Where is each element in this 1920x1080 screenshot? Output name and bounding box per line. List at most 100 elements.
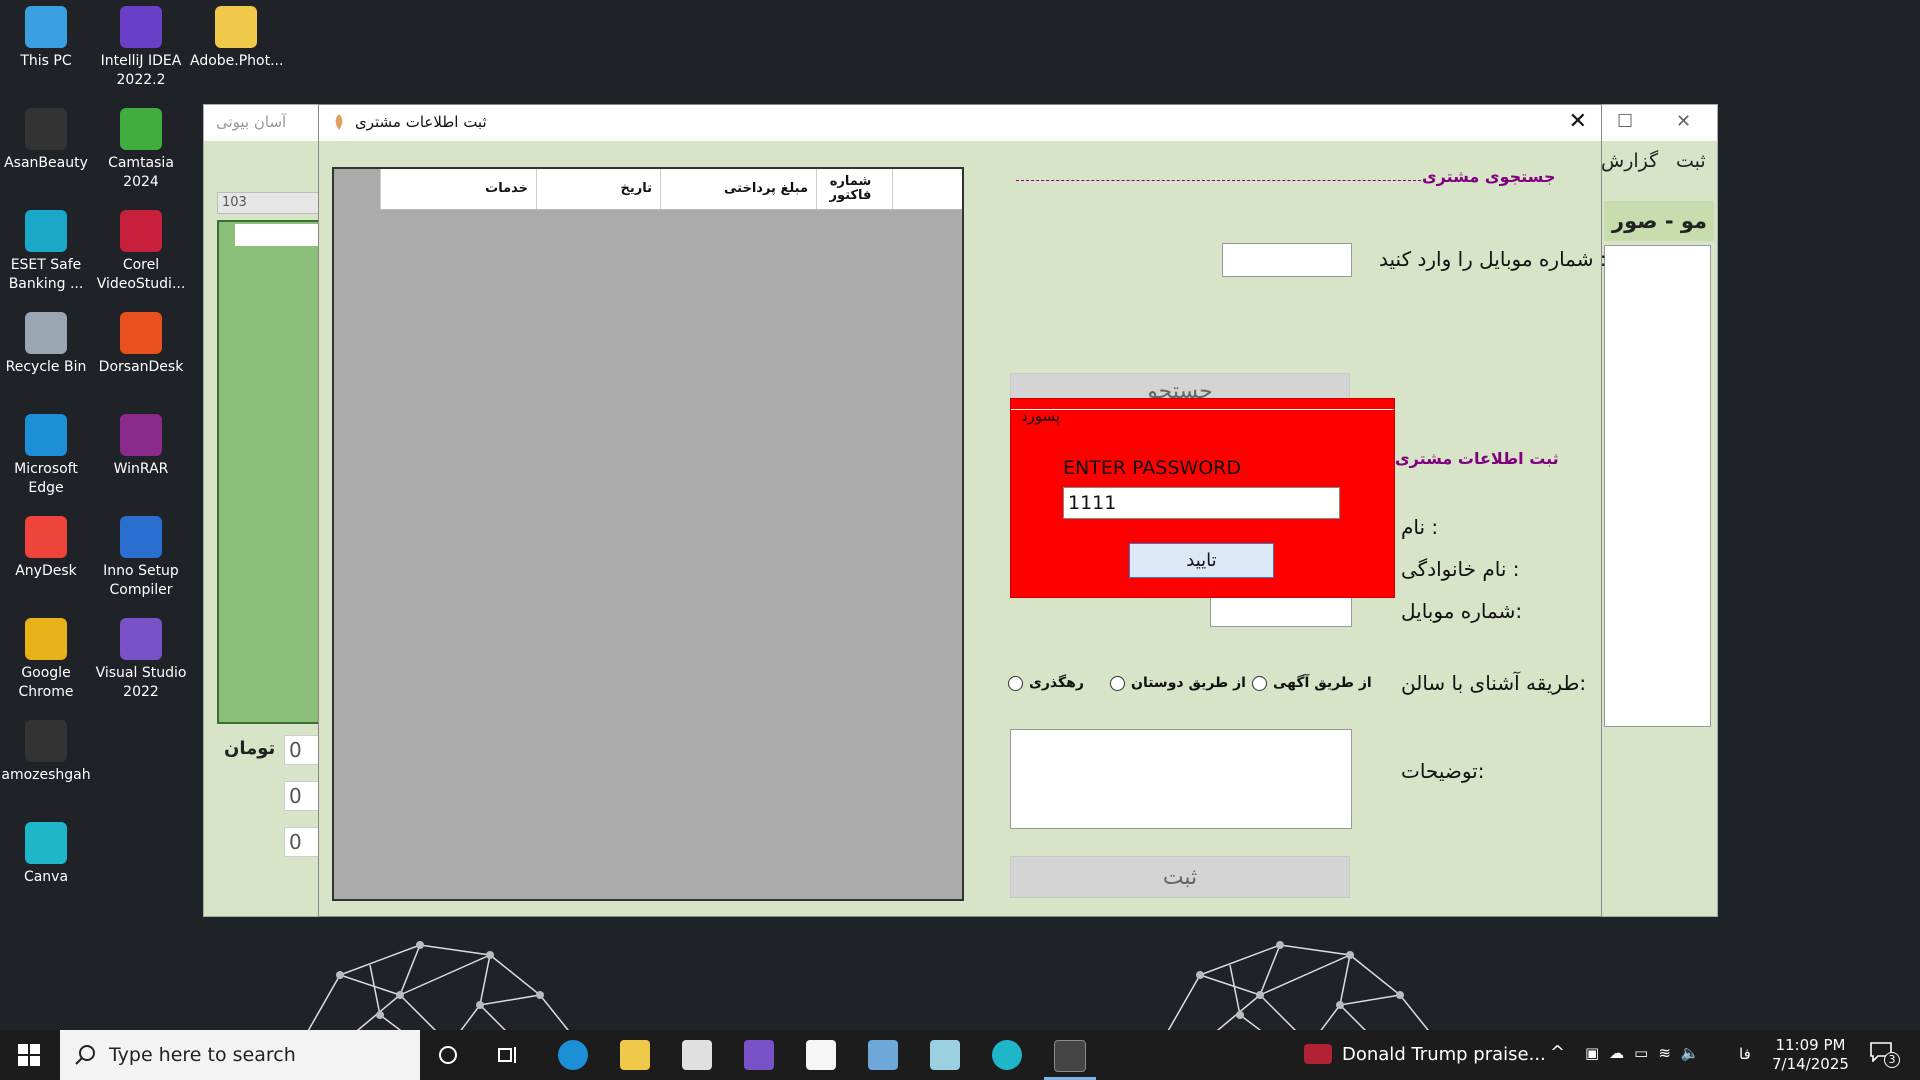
remote-desktop-icon[interactable]	[868, 1040, 898, 1070]
search-placeholder: Type here to search	[109, 1044, 296, 1066]
desktop-icon[interactable]: Canva	[0, 816, 92, 887]
edge-icon	[25, 414, 67, 456]
col-header-date[interactable]: تاریخ	[536, 169, 660, 209]
radio-passing-label: رهگذری	[1029, 675, 1084, 691]
desktop-icon[interactable]: Adobe.Phot...	[190, 0, 284, 71]
family-label: نام خانوادگی :	[1401, 557, 1520, 581]
chevron-up-icon[interactable]: ^	[1550, 1042, 1565, 1063]
bg-id-field[interactable]: 103	[217, 192, 327, 214]
search-mobile-input[interactable]	[1222, 243, 1352, 277]
notes-label: توضیحات:	[1401, 759, 1485, 783]
desktop-icon[interactable]: Corel VideoStudi...	[95, 204, 187, 294]
register-section-title: ثبت اطلاعات مشتری	[1395, 449, 1559, 468]
confirm-button[interactable]: تایید	[1129, 543, 1274, 578]
dialog-title: ثبت اطلاعات مشتری	[355, 113, 487, 131]
camtasia-icon	[120, 108, 162, 150]
toman-label: تومان	[224, 738, 276, 759]
radio-circle[interactable]	[1008, 675, 1023, 691]
col-header-payment[interactable]: مبلغ پرداختی	[660, 169, 816, 209]
app-taskbar-icon[interactable]	[930, 1040, 960, 1070]
desktop-icon-label: ESET Safe Banking ...	[8, 257, 84, 292]
invoice-grid[interactable]: خدمات تاریخ مبلغ پرداختی شماره فاکتور	[332, 167, 964, 901]
desktop-icon-label: IntelliJ IDEA 2022.2	[100, 53, 182, 88]
app-logo-icon	[335, 114, 343, 130]
asan-beauty-taskbar-icon[interactable]	[1054, 1040, 1086, 1072]
visual-studio-icon	[120, 618, 162, 660]
desktop-icon-label: WinRAR	[113, 461, 169, 477]
canva-taskbar-icon[interactable]	[992, 1040, 1022, 1070]
radio-passing[interactable]: رهگذری	[1008, 675, 1084, 691]
mobile-input[interactable]	[1210, 595, 1352, 627]
desktop-icon[interactable]: WinRAR	[95, 408, 187, 479]
desktop-icon[interactable]: amozeshgah	[0, 714, 92, 785]
taskbar-search-box[interactable]: Type here to search	[60, 1030, 420, 1080]
password-popup: پسورد ENTER PASSWORD 1111 تایید	[1010, 398, 1395, 598]
acquaint-label: طریقه آشنای با سالن:	[1401, 671, 1587, 695]
visual-studio-taskbar-icon[interactable]	[744, 1040, 774, 1070]
menu-gozaresh[interactable]: گزارش	[1601, 150, 1658, 172]
desktop-icon-label: Recycle Bin	[5, 359, 87, 375]
bg-panel-header	[235, 224, 327, 246]
mail-icon[interactable]	[806, 1040, 836, 1070]
intellij-icon	[120, 6, 162, 48]
app-shortcut-icon	[25, 108, 67, 150]
task-view-icon[interactable]	[498, 1045, 520, 1065]
search-section-divider	[1016, 180, 1426, 181]
chrome-icon	[25, 618, 67, 660]
winrar-icon	[120, 414, 162, 456]
cortana-icon[interactable]	[438, 1045, 458, 1065]
desktop-icon[interactable]: AnyDesk	[0, 510, 92, 581]
search-section-title: جستجوی مشتری	[1422, 167, 1556, 186]
col-header-services[interactable]: خدمات	[380, 169, 536, 209]
menu-sabt[interactable]: ثبت	[1676, 150, 1706, 172]
notification-count: 3	[1884, 1052, 1900, 1068]
windows-start-icon[interactable]	[18, 1044, 40, 1066]
maximize-icon[interactable]: ☐	[1617, 111, 1633, 132]
desktop-icon[interactable]: Camtasia 2024	[95, 102, 187, 192]
language-indicator[interactable]: فا	[1739, 1045, 1751, 1063]
desktop-icon[interactable]: DorsanDesk	[95, 306, 187, 377]
folder-icon	[215, 6, 257, 48]
desktop-icon[interactable]: Recycle Bin	[0, 306, 92, 377]
save-button[interactable]: ثبت	[1010, 856, 1350, 898]
clock-date: 7/14/2025	[1772, 1055, 1849, 1073]
radio-circle[interactable]	[1252, 675, 1267, 691]
radio-circle[interactable]	[1110, 675, 1125, 691]
desktop-icon-label: Microsoft Edge	[14, 461, 78, 496]
notification-icon[interactable]: 3	[1870, 1042, 1900, 1068]
radio-ad[interactable]: از طریق آگهی	[1252, 675, 1372, 691]
radio-friends-label: از طریق دوستان	[1131, 675, 1246, 691]
grid-corner	[334, 169, 380, 209]
password-input[interactable]: 1111	[1063, 487, 1340, 519]
radio-friends[interactable]: از طریق دوستان	[1110, 675, 1246, 691]
file-explorer-icon[interactable]	[620, 1040, 650, 1070]
news-widget[interactable]: Donald Trump praise...	[1342, 1044, 1546, 1065]
desktop-icon-label: AnyDesk	[15, 563, 77, 579]
desktop-icon[interactable]: Visual Studio 2022	[95, 612, 187, 702]
bg-green-panel	[217, 220, 331, 724]
eset-icon	[25, 210, 67, 252]
desktop-icon[interactable]: Google Chrome	[0, 612, 92, 702]
clock[interactable]: 11:09 PM 7/14/2025	[1772, 1036, 1849, 1074]
desktop-icon[interactable]: Microsoft Edge	[0, 408, 92, 498]
desktop-icon[interactable]: ESET Safe Banking ...	[0, 204, 92, 294]
bg-services-list[interactable]	[1604, 245, 1711, 727]
desktop-icon[interactable]: IntelliJ IDEA 2022.2	[95, 0, 187, 90]
tray-icons[interactable]: ▣☁▭≋🔈	[1585, 1044, 1710, 1062]
desktop-icon-label: Adobe.Phot...	[190, 53, 284, 69]
edge-taskbar-icon[interactable]	[558, 1040, 588, 1070]
grid-header: خدمات تاریخ مبلغ پرداختی شماره فاکتور	[380, 169, 962, 210]
close-icon[interactable]: ✕	[1676, 111, 1691, 132]
desktop-icon[interactable]: This PC	[0, 0, 92, 71]
notes-textarea[interactable]	[1010, 729, 1352, 829]
desktop-icon-label: amozeshgah	[1, 767, 91, 783]
desktop-icon[interactable]: AsanBeauty	[0, 102, 92, 173]
search-icon	[75, 1045, 95, 1065]
mobile-prompt-label: شماره موبایل را وارد کنید :	[1379, 247, 1607, 271]
desktop-icon[interactable]: Inno Setup Compiler	[95, 510, 187, 600]
close-icon[interactable]: ✕	[1569, 109, 1587, 134]
desktop-icon-label: Camtasia 2024	[108, 155, 174, 190]
col-header-invoice-number[interactable]: شماره فاکتور	[816, 169, 892, 209]
store-icon[interactable]	[682, 1040, 712, 1070]
col-header-spacer	[892, 169, 962, 209]
